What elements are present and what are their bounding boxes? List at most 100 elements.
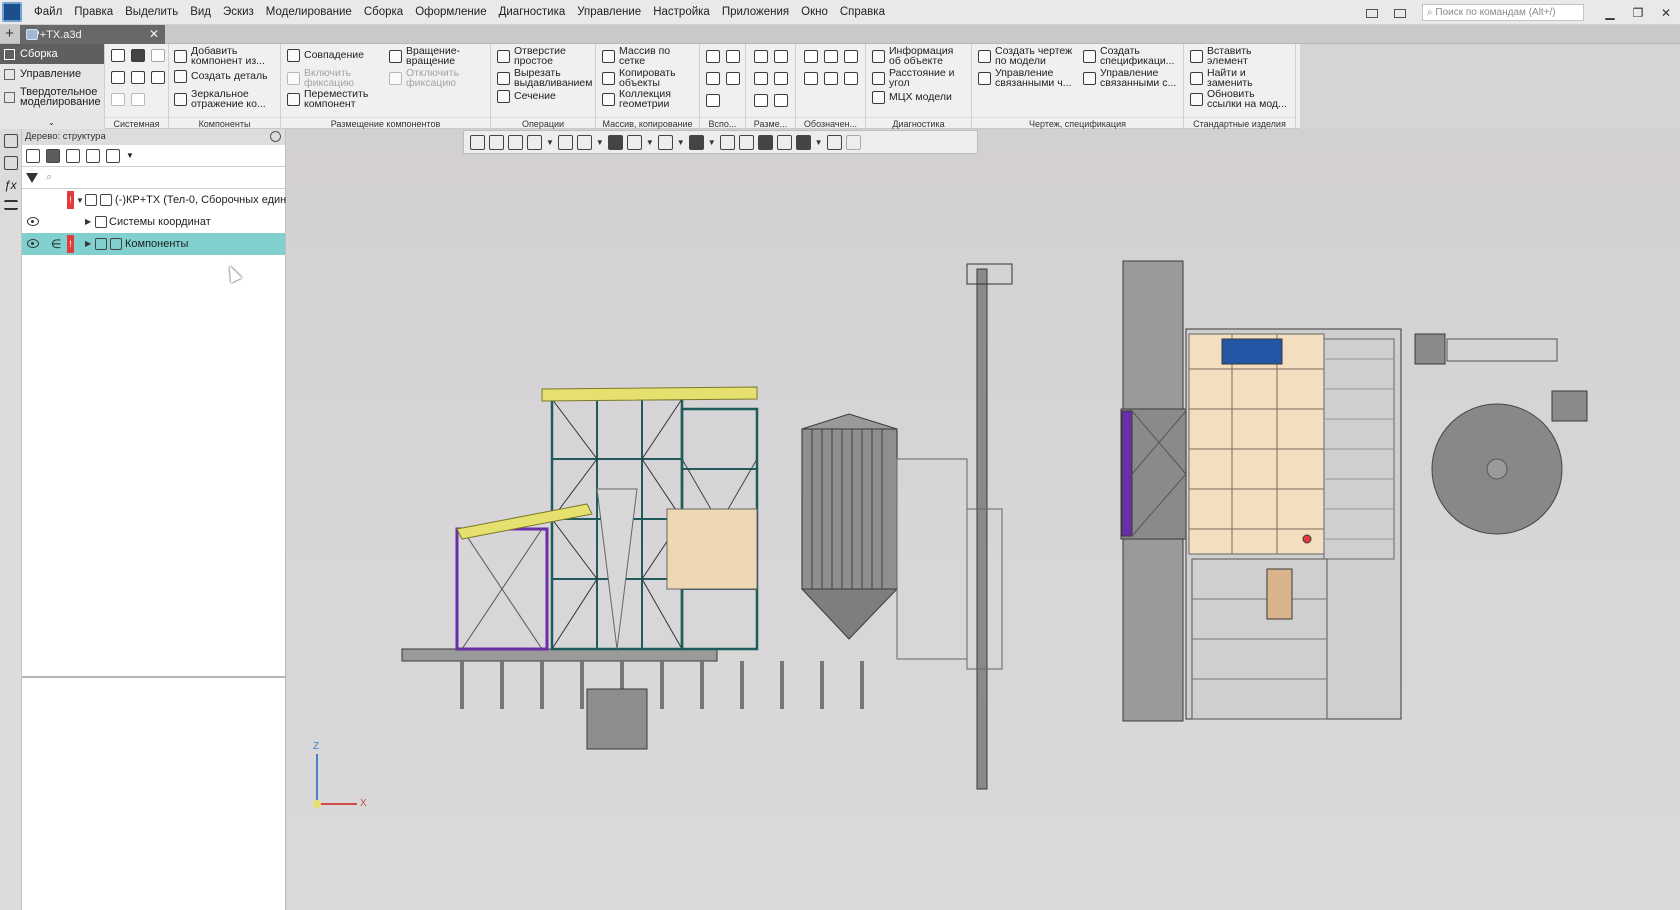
move-component-button[interactable]: Переместить компонент xyxy=(287,89,368,109)
distance-angle-button[interactable]: Расстояние и угол xyxy=(872,68,955,88)
perspective-icon[interactable] xyxy=(738,134,754,150)
dim-chain-icon[interactable] xyxy=(774,94,788,107)
chevron-down-icon[interactable]: ▼ xyxy=(126,151,134,160)
orientation-icon[interactable] xyxy=(489,134,504,150)
aux-point-icon[interactable] xyxy=(706,72,720,85)
shaded-icon[interactable] xyxy=(607,134,623,150)
menu-file[interactable]: Файл xyxy=(28,0,68,25)
eraser-icon[interactable] xyxy=(845,134,861,150)
manage-linked-specs-button[interactable]: Управление связанными с... xyxy=(1083,68,1176,88)
coincidence-button[interactable]: Совпадение xyxy=(287,49,364,62)
menu-modeling[interactable]: Моделирование xyxy=(260,0,358,25)
panel-splitter[interactable] xyxy=(22,676,286,678)
aux-axis-icon[interactable] xyxy=(706,50,720,63)
create-part-button[interactable]: Создать деталь xyxy=(174,70,268,83)
chevron-down-icon[interactable]: ▼ xyxy=(646,138,654,147)
tree-row-root[interactable]: ! ▼ (-)КР+ТХ (Тел-0, Сборочных един xyxy=(22,189,286,212)
3d-viewport[interactable]: Z X xyxy=(287,129,1680,910)
notation-weld-icon[interactable] xyxy=(844,72,858,85)
grid-array-button[interactable]: Массив по сетке xyxy=(602,46,670,66)
minimize-icon[interactable]: ▁ xyxy=(1596,6,1624,20)
expand-arrow-icon[interactable]: ▶ xyxy=(85,233,91,255)
menu-help[interactable]: Справка xyxy=(834,0,891,25)
tree-structure-icon[interactable] xyxy=(26,148,40,163)
expand-arrow-icon[interactable]: ▶ xyxy=(85,211,91,233)
find-replace-button[interactable]: Найти и заменить xyxy=(1190,68,1253,88)
selection-filter-icon[interactable] xyxy=(795,134,811,150)
chevron-down-icon[interactable]: ▼ xyxy=(815,138,823,147)
view-grip-icon[interactable] xyxy=(470,134,485,150)
notation-mark-icon[interactable] xyxy=(824,72,838,85)
hide-show-icon[interactable] xyxy=(657,134,673,150)
new-tab-icon[interactable]: + xyxy=(2,26,17,42)
copy-objects-button[interactable]: Копировать объекты xyxy=(602,68,676,88)
menu-edit[interactable]: Правка xyxy=(68,0,119,25)
zoom-fit-icon[interactable] xyxy=(508,134,523,150)
geometry-collection-button[interactable]: Коллекция геометрии xyxy=(602,89,671,109)
collapse-arrow-icon[interactable]: ▼ xyxy=(76,190,84,212)
restore-icon[interactable]: ❐ xyxy=(1624,6,1652,20)
chevron-down-icon[interactable]: ▼ xyxy=(677,138,685,147)
mcx-button[interactable]: МЦХ модели xyxy=(872,91,952,104)
dim-diameter-icon[interactable] xyxy=(774,72,788,85)
notation-rough-icon[interactable] xyxy=(844,50,858,63)
save-icon[interactable] xyxy=(151,49,165,62)
menu-select[interactable]: Выделить xyxy=(119,0,184,25)
dim-radial-icon[interactable] xyxy=(774,50,788,63)
dim-angle-icon[interactable] xyxy=(754,72,768,85)
display-mode-icon[interactable] xyxy=(626,134,642,150)
hole-button[interactable]: Отверстие простое xyxy=(497,46,566,66)
redo-icon[interactable] xyxy=(131,93,145,106)
update-links-button[interactable]: Обновить ссылки на мод... xyxy=(1190,89,1287,109)
new-doc-icon[interactable] xyxy=(111,49,125,62)
menu-sketch[interactable]: Эскиз xyxy=(217,0,260,25)
zoom-icon[interactable] xyxy=(527,134,542,150)
chevron-down-icon[interactable]: ▼ xyxy=(708,138,716,147)
tree-panel-icon[interactable] xyxy=(4,134,18,148)
menu-design[interactable]: Оформление xyxy=(409,0,492,25)
tree-row-coordinate-systems[interactable]: ▶ Системы координат xyxy=(22,211,285,233)
cut-extrude-button[interactable]: Вырезать выдавливанием xyxy=(497,68,592,88)
command-search-input[interactable]: ⌕ Поиск по командам (Alt+/) xyxy=(1422,4,1584,21)
panel-toggle-icon[interactable] xyxy=(1358,6,1386,20)
chevron-down-icon[interactable]: ▼ xyxy=(546,138,554,147)
tree-parts-icon[interactable] xyxy=(66,148,80,163)
undo-icon[interactable] xyxy=(111,93,125,106)
layers-panel-icon[interactable] xyxy=(4,156,18,170)
app-logo-icon[interactable] xyxy=(2,2,22,22)
chevron-down-icon[interactable]: ▼ xyxy=(596,138,604,147)
save-all-icon[interactable] xyxy=(151,71,165,84)
notation-leader-icon[interactable] xyxy=(804,50,818,63)
filter-icon[interactable] xyxy=(26,172,38,183)
print-icon[interactable] xyxy=(111,71,125,84)
properties-menu-icon[interactable] xyxy=(4,200,18,210)
menu-view[interactable]: Вид xyxy=(184,0,217,25)
visibility-eye-icon[interactable] xyxy=(27,217,39,226)
aux-plane-icon[interactable] xyxy=(726,50,740,63)
close-window-icon[interactable]: ✕ xyxy=(1652,6,1680,20)
tree-history-icon[interactable] xyxy=(46,148,60,163)
menu-manage[interactable]: Управление xyxy=(571,0,647,25)
add-component-button[interactable]: Добавить компонент из... xyxy=(174,46,265,66)
manage-linked-drawings-button[interactable]: Управление связанными ч... xyxy=(978,68,1071,88)
aux-cs-icon[interactable] xyxy=(726,72,740,85)
section-button[interactable]: Сечение xyxy=(497,90,556,103)
properties-icon[interactable] xyxy=(826,134,842,150)
mirror-component-button[interactable]: Зеркальное отражение ко... xyxy=(174,89,266,109)
screenshot-icon[interactable] xyxy=(1386,6,1414,20)
mode-solid[interactable]: Твердотельное моделирование xyxy=(0,84,104,110)
aux-line-icon[interactable] xyxy=(706,94,720,107)
section-view-icon[interactable] xyxy=(719,134,735,150)
menu-assembly[interactable]: Сборка xyxy=(358,0,409,25)
tree-view-mode-icon[interactable] xyxy=(106,148,120,163)
mode-assembly[interactable]: Сборка xyxy=(0,44,104,64)
mode-manage[interactable]: Управление xyxy=(0,64,104,84)
create-drawing-button[interactable]: Создать чертеж по модели xyxy=(978,46,1072,66)
open-icon[interactable] xyxy=(131,49,145,62)
create-spec-button[interactable]: Создать спецификаци... xyxy=(1083,46,1174,66)
tree-select-icon[interactable] xyxy=(86,148,100,163)
notation-base-icon[interactable] xyxy=(824,50,838,63)
visibility-icon[interactable] xyxy=(688,134,704,150)
dim-linear-icon[interactable] xyxy=(754,50,768,63)
lighting-icon[interactable] xyxy=(776,134,792,150)
